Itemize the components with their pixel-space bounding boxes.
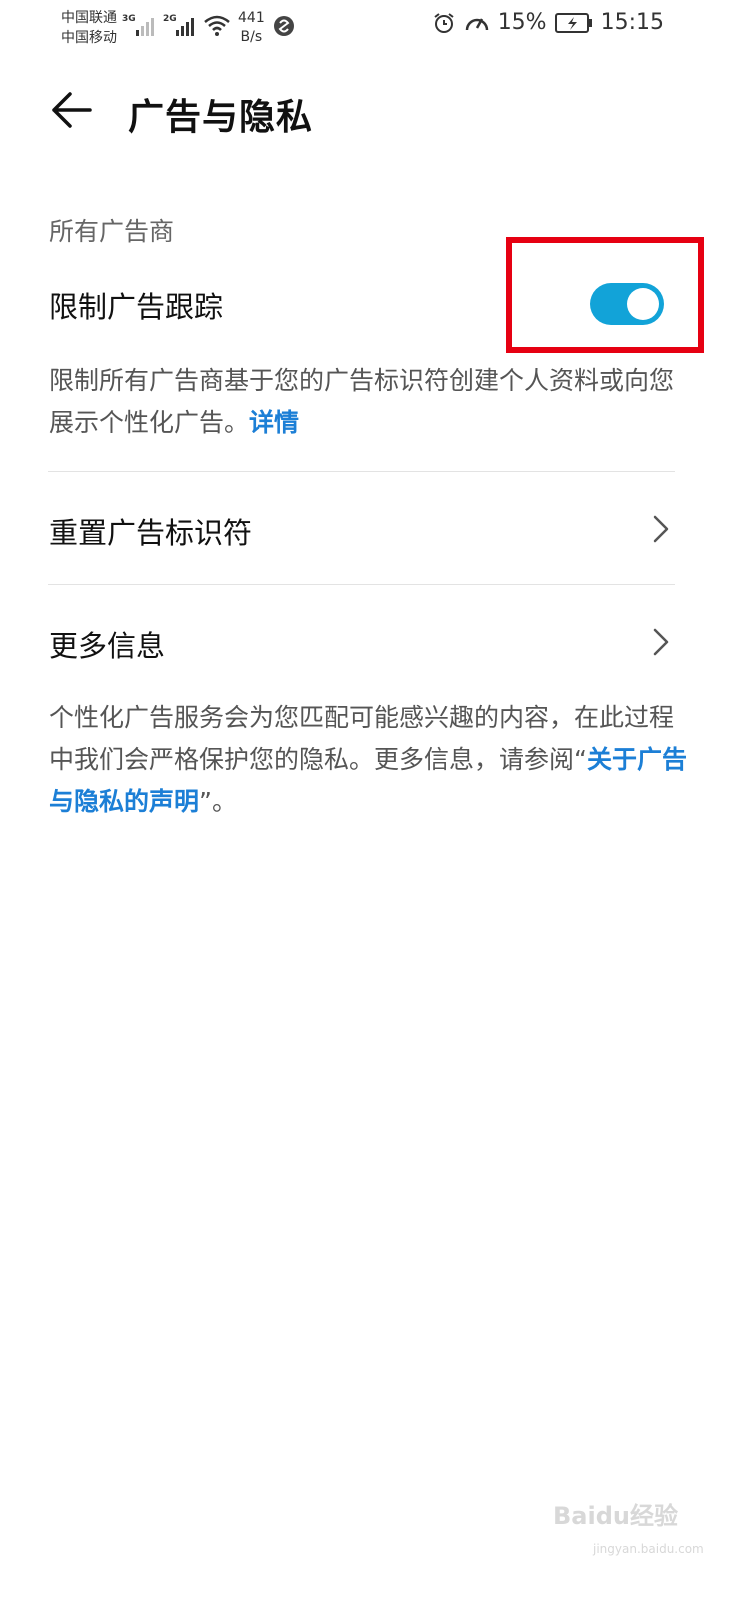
speed-value: 441 <box>238 10 265 26</box>
speed-unit: B/s <box>240 29 263 45</box>
network-speed: 441 B/s <box>238 9 265 47</box>
page-title: 广告与隐私 <box>128 97 314 138</box>
right-status-group: 15% 15:15 <box>432 10 664 35</box>
carrier-1: 中国联通 <box>61 10 117 26</box>
divider <box>48 584 675 585</box>
signal-icon-2 <box>176 18 194 36</box>
alarm-icon <box>434 12 454 33</box>
signal-icon-1 <box>136 18 154 36</box>
chevron-right-icon <box>653 515 669 543</box>
reset-ad-identifier-label: 重置广告标识符 <box>49 516 253 550</box>
app-header: 广告与隐私 <box>0 60 738 160</box>
footer-text-after: ”。 <box>199 787 237 816</box>
clock: 15:15 <box>600 10 664 35</box>
app-notification-icon <box>274 16 294 36</box>
watermark-logo: Baidu经验 <box>553 1502 678 1530</box>
back-arrow-icon[interactable] <box>48 90 94 130</box>
section-header: 所有广告商 <box>49 217 175 246</box>
divider <box>48 471 675 472</box>
limit-ad-tracking-description: 限制所有广告商基于您的广告标识符创建个人资料或向您展示个性化广告。详情 <box>49 360 689 444</box>
footer-description: 个性化广告服务会为您匹配可能感兴趣的内容，在此过程中我们会严格保护您的隐私。更多… <box>49 697 689 823</box>
chevron-right-icon <box>653 628 669 656</box>
more-info-label: 更多信息 <box>49 629 166 663</box>
carrier-2: 中国移动 <box>61 30 117 46</box>
carrier-names: 中国联通 中国移动 <box>61 8 117 48</box>
details-link[interactable]: 详情 <box>249 408 299 437</box>
limit-ad-tracking-label: 限制广告跟踪 <box>49 290 224 324</box>
description-text: 限制所有广告商基于您的广告标识符创建个人资料或向您展示个性化广告。 <box>49 366 675 437</box>
status-bar: 中国联通 中国移动 3G 2G 441 B/s 15% 15:15 <box>0 0 738 56</box>
reset-ad-identifier-row[interactable]: 重置广告标识符 <box>48 474 675 584</box>
highlight-annotation-box <box>506 237 704 353</box>
wifi-icon <box>204 15 230 36</box>
watermark-url: jingyan.baidu.com <box>593 1542 704 1556</box>
footer-text-before: 个性化广告服务会为您匹配可能感兴趣的内容，在此过程中我们会严格保护您的隐私。更多… <box>49 703 675 774</box>
speedometer-icon <box>465 17 488 30</box>
battery-charging-icon <box>554 12 592 33</box>
more-info-row[interactable]: 更多信息 <box>48 587 675 697</box>
battery-percentage: 15% <box>497 10 547 35</box>
